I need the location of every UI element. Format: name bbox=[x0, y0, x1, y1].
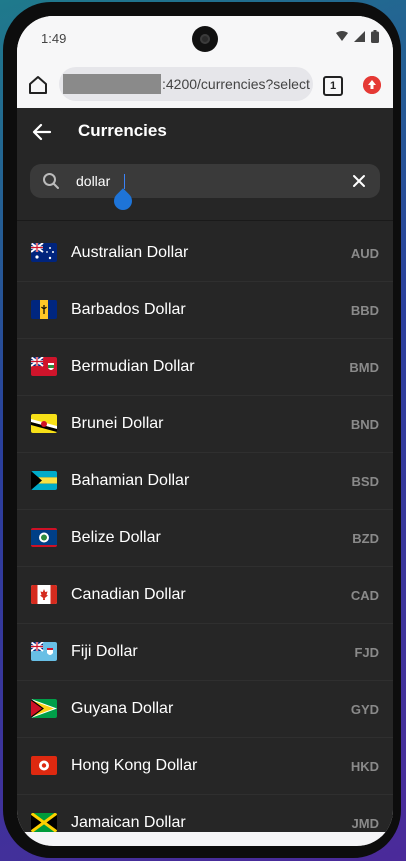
wifi-icon bbox=[336, 31, 348, 41]
back-arrow-icon[interactable] bbox=[31, 121, 53, 143]
currency-name: Canadian Dollar bbox=[71, 586, 186, 603]
currency-name: Belize Dollar bbox=[71, 529, 161, 546]
bermuda-flag-icon bbox=[31, 357, 57, 376]
app-bar: Currencies bbox=[17, 108, 393, 158]
status-bar: 1:49 bbox=[17, 16, 393, 62]
currency-code: BSD bbox=[351, 474, 379, 489]
currency-row[interactable]: Barbados Dollar BBD bbox=[17, 282, 393, 339]
currency-code: CAD bbox=[350, 588, 379, 603]
address-bar[interactable]: :4200/currencies?select bbox=[59, 67, 313, 101]
screen: 1:49 :4200/currencies?select 1 Currencie… bbox=[17, 16, 393, 846]
hong-kong-flag-icon bbox=[31, 756, 57, 775]
home-icon[interactable] bbox=[27, 74, 49, 96]
search-input[interactable] bbox=[74, 169, 338, 193]
search-icon bbox=[43, 173, 59, 189]
currency-row[interactable]: Hong Kong Dollar HKD bbox=[17, 738, 393, 795]
jamaica-flag-icon bbox=[31, 813, 57, 832]
currency-row[interactable]: Guyana Dollar GYD bbox=[17, 681, 393, 738]
browser-toolbar: :4200/currencies?select 1 bbox=[17, 62, 393, 108]
currency-picker: Currencies Australian Dollar AUD Barbados … bbox=[17, 108, 393, 846]
currency-list: Australian Dollar AUD Barbados Dollar BBD Be… bbox=[17, 225, 393, 846]
phone-frame: 1:49 :4200/currencies?select 1 Currencie… bbox=[3, 2, 401, 858]
australia-flag-icon bbox=[31, 243, 57, 262]
currency-name: Bahamian Dollar bbox=[71, 472, 190, 489]
currency-row[interactable]: Bahamian Dollar BSD bbox=[17, 453, 393, 510]
currency-code: GYD bbox=[350, 702, 379, 717]
currency-code: AUD bbox=[350, 246, 379, 261]
signal-icon bbox=[354, 31, 365, 42]
currency-name: Fiji Dollar bbox=[71, 643, 138, 660]
currency-name: Brunei Dollar bbox=[71, 415, 164, 432]
currency-name: Barbados Dollar bbox=[71, 301, 186, 318]
barbados-flag-icon bbox=[31, 300, 57, 319]
page-title: Currencies bbox=[78, 121, 167, 140]
currency-row[interactable]: Australian Dollar AUD bbox=[17, 225, 393, 282]
status-time: 1:49 bbox=[41, 31, 67, 46]
gesture-bar bbox=[17, 832, 393, 846]
brunei-flag-icon bbox=[31, 414, 57, 433]
currency-code: BND bbox=[350, 417, 379, 432]
currency-code: JMD bbox=[351, 816, 379, 831]
currency-row[interactable]: Brunei Dollar BND bbox=[17, 396, 393, 453]
canada-flag-icon bbox=[31, 585, 57, 604]
currency-row[interactable]: Bermudian Dollar BMD bbox=[17, 339, 393, 396]
fiji-flag-icon bbox=[31, 642, 57, 661]
clear-search-icon[interactable] bbox=[352, 174, 366, 188]
battery-icon bbox=[371, 30, 379, 43]
guyana-flag-icon bbox=[31, 699, 57, 718]
belize-flag-icon bbox=[31, 528, 57, 547]
bahamas-flag-icon bbox=[31, 471, 57, 490]
search-field[interactable] bbox=[30, 164, 380, 214]
currency-name: Australian Dollar bbox=[71, 244, 189, 261]
currency-row[interactable]: Fiji Dollar FJD bbox=[17, 624, 393, 681]
camera-cutout bbox=[192, 26, 218, 52]
redacted-host bbox=[63, 74, 161, 94]
currency-row[interactable]: Canadian Dollar CAD bbox=[17, 567, 393, 624]
currency-code: BMD bbox=[349, 360, 379, 375]
currency-row[interactable]: Belize Dollar BZD bbox=[17, 510, 393, 567]
text-cursor bbox=[124, 174, 125, 189]
tab-switcher-button[interactable]: 1 bbox=[323, 76, 343, 96]
url-text: :4200/currencies?select bbox=[162, 76, 310, 92]
currency-code: FJD bbox=[354, 645, 379, 660]
update-icon[interactable] bbox=[363, 76, 381, 94]
search-divider bbox=[17, 220, 393, 221]
currency-name: Hong Kong Dollar bbox=[71, 757, 198, 774]
currency-name: Guyana Dollar bbox=[71, 700, 174, 717]
currency-code: BZD bbox=[352, 531, 379, 546]
status-icons bbox=[336, 30, 379, 43]
currency-name: Bermudian Dollar bbox=[71, 358, 195, 375]
currency-code: BBD bbox=[350, 303, 379, 318]
currency-name: Jamaican Dollar bbox=[71, 814, 186, 831]
currency-code: HKD bbox=[350, 759, 379, 774]
